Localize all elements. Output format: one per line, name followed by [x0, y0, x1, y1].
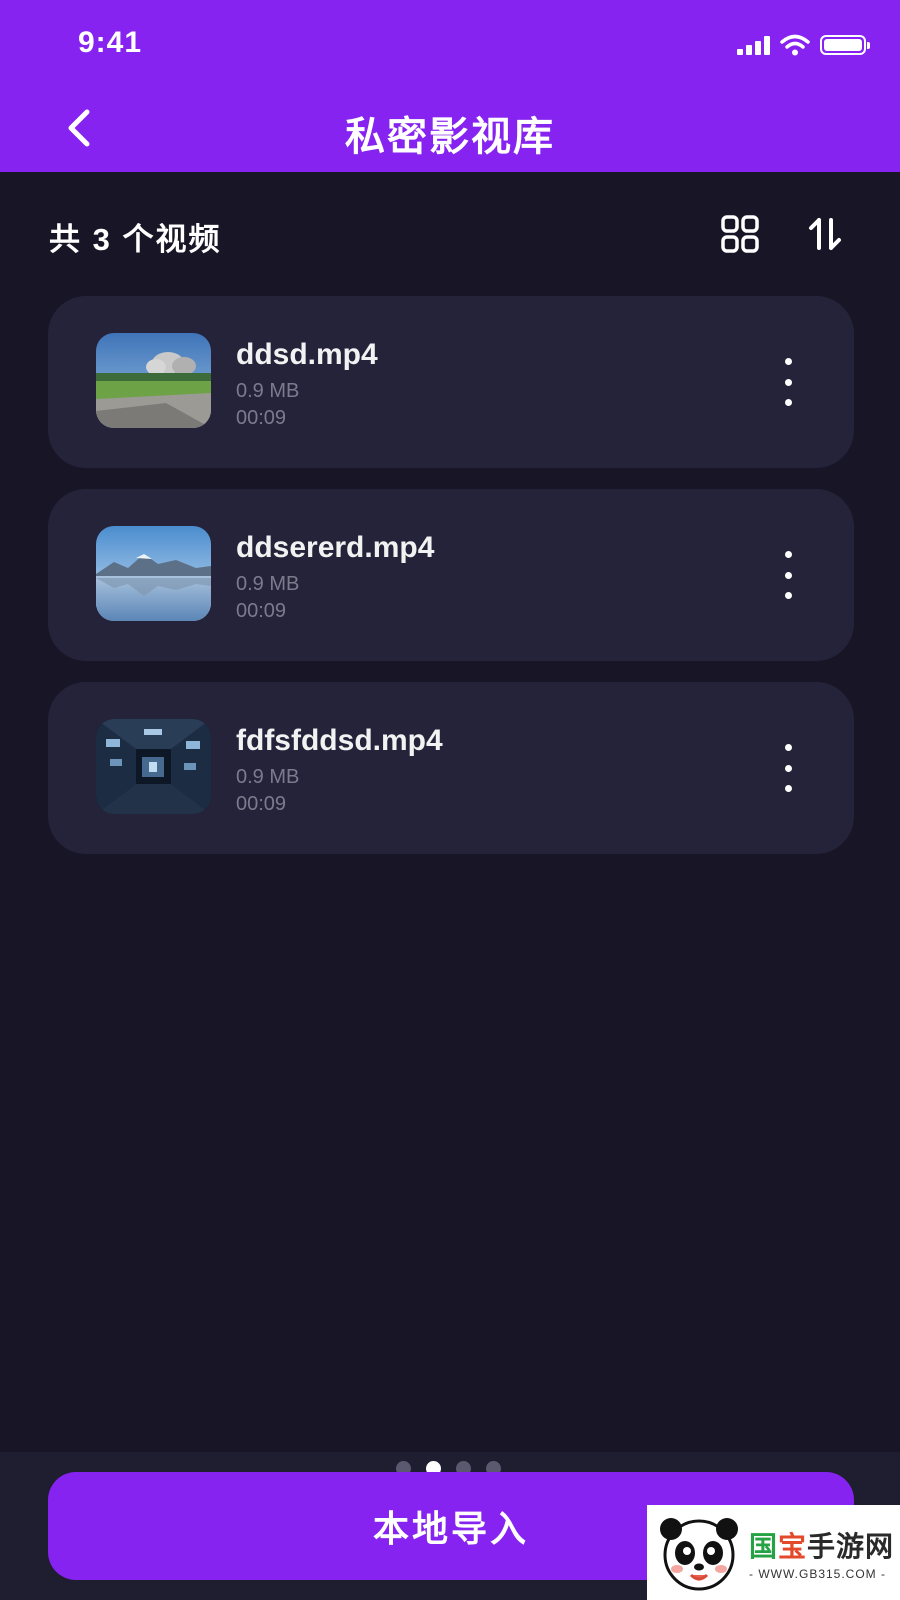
video-name: fdfsfddsd.mp4: [236, 724, 443, 757]
more-options-icon[interactable]: [778, 744, 798, 792]
more-options-icon[interactable]: [778, 358, 798, 406]
video-name: ddsd.mp4: [236, 338, 378, 371]
grid-view-icon[interactable]: [720, 214, 760, 254]
video-count-label: 共 3 个视频: [49, 222, 222, 257]
battery-icon: [820, 35, 870, 55]
video-thumbnail: [96, 526, 211, 621]
video-duration: 00:09: [236, 407, 287, 429]
video-item[interactable]: fdfsfddsd.mp4 0.9 MB 00:09: [48, 682, 854, 854]
panda-logo-icon: [660, 1517, 738, 1590]
video-duration: 00:09: [236, 600, 287, 622]
video-duration: 00:09: [236, 793, 287, 815]
watermark-url: - WWW.GB315.COM -: [749, 1566, 886, 1581]
video-thumbnail: [96, 719, 211, 814]
video-size: 0.9 MB: [236, 573, 300, 595]
video-size: 0.9 MB: [236, 766, 300, 788]
watermark-text: 宝: [778, 1530, 808, 1562]
watermark-text: 国: [749, 1530, 779, 1562]
video-item[interactable]: ddsd.mp4 0.9 MB 00:09: [48, 296, 854, 468]
page-title: 私密影视库: [345, 115, 555, 159]
watermark-text: 手游网: [807, 1530, 895, 1562]
watermark: 国宝手游网 - WWW.GB315.COM -: [647, 1505, 900, 1600]
video-name: ddsererd.mp4: [236, 531, 435, 564]
status-time: 9:41: [78, 26, 143, 59]
sort-icon[interactable]: [805, 214, 845, 254]
wifi-icon: [780, 34, 810, 56]
status-icons: [737, 34, 870, 56]
video-list: ddsd.mp4 0.9 MB 00:09 ddsererd.mp4 0.9 M…: [48, 296, 854, 875]
signal-icon: [737, 35, 770, 55]
video-thumbnail: [96, 333, 211, 428]
app-header: 9:41 私密影视库: [0, 0, 900, 172]
video-item[interactable]: ddsererd.mp4 0.9 MB 00:09: [48, 489, 854, 661]
video-size: 0.9 MB: [236, 380, 300, 402]
more-options-icon[interactable]: [778, 551, 798, 599]
